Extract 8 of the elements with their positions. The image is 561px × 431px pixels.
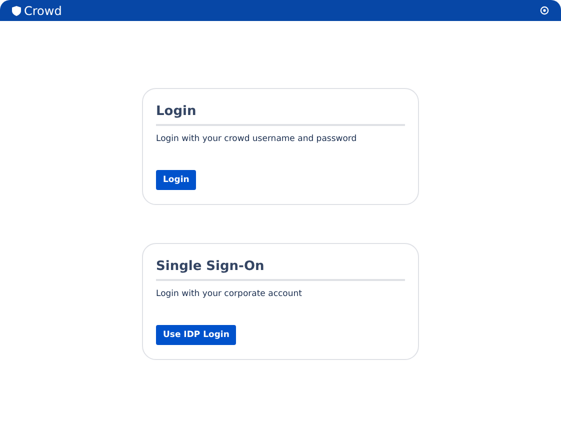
card-description: Login with your crowd username and password	[156, 134, 357, 144]
login-button[interactable]: Use IDP Login	[156, 325, 236, 345]
login-button[interactable]: Login	[156, 170, 196, 190]
card-description: Login with your corporate account	[156, 289, 302, 299]
app-title: Crowd	[24, 4, 62, 18]
card-title: Single Sign-On	[156, 259, 405, 281]
card-title: Login	[156, 104, 405, 126]
shield-icon	[12, 6, 21, 16]
